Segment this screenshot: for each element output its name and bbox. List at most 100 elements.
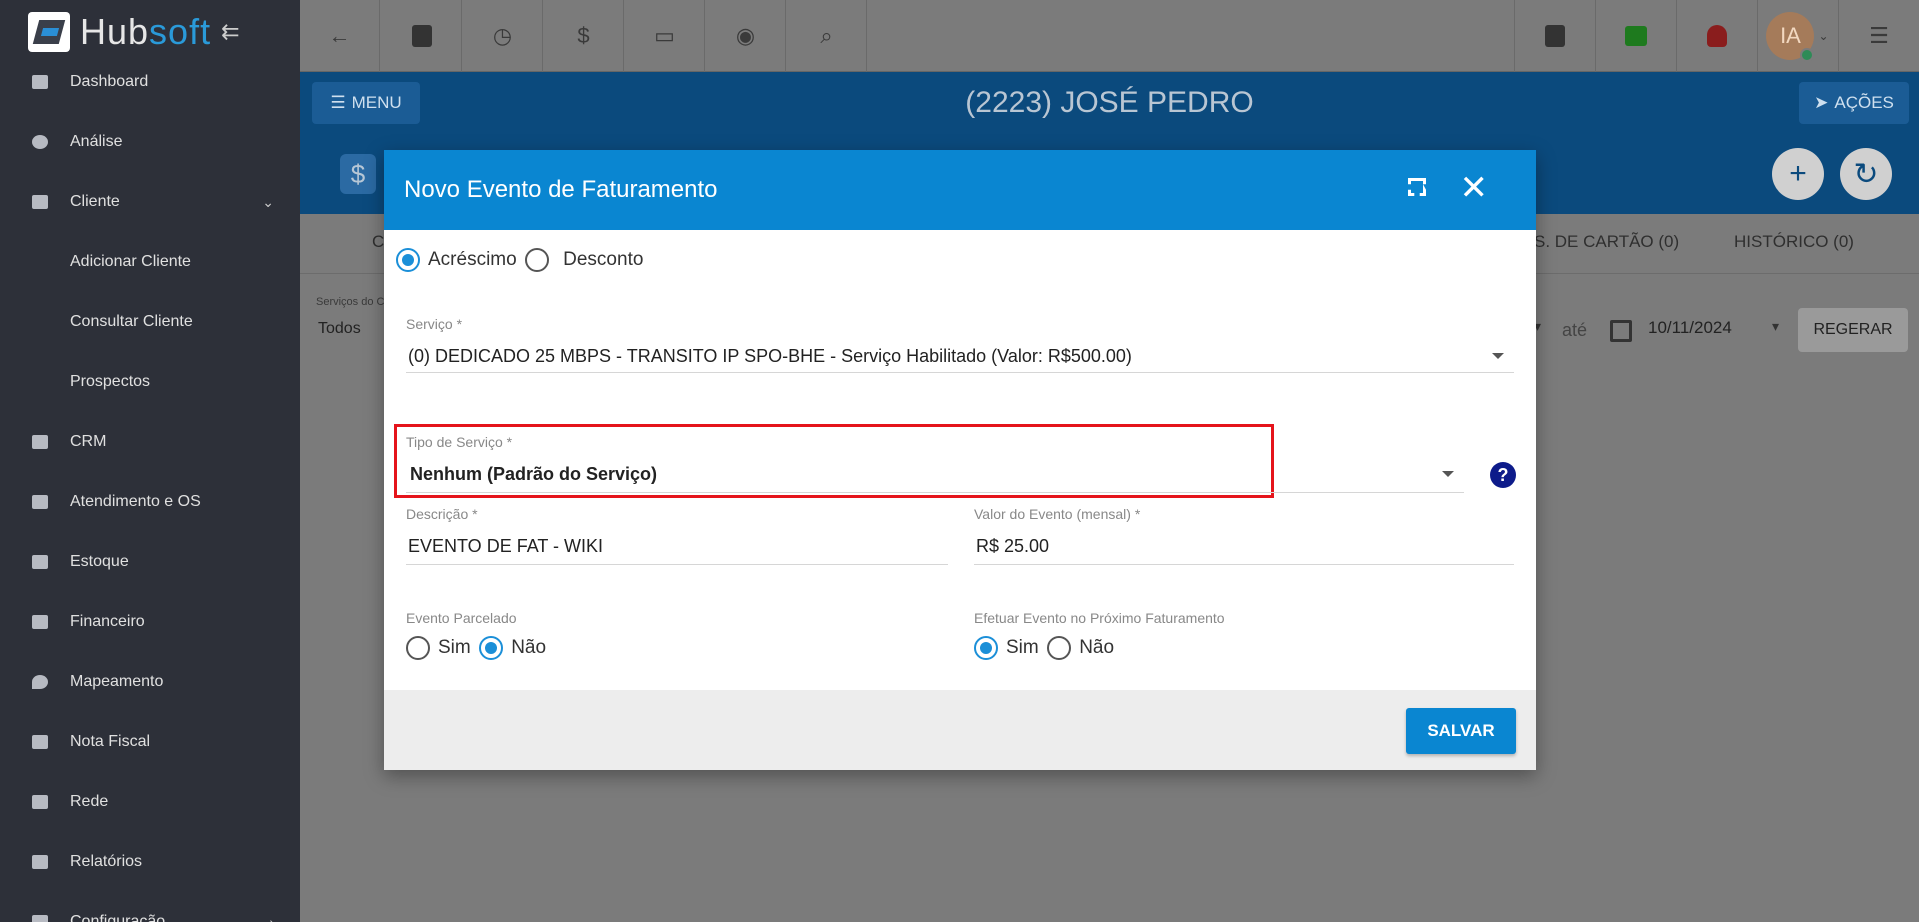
close-icon[interactable]: ✕ [1460, 168, 1489, 208]
logo-text: Hubsoft [80, 11, 212, 52]
alerts-button[interactable] [1676, 0, 1756, 72]
send-icon: ➤ [1814, 93, 1829, 112]
chevron-down-icon: ⌄ [1818, 29, 1829, 43]
dollar-icon: $ [577, 23, 590, 48]
regerar-button[interactable]: REGERAR [1798, 308, 1908, 352]
sidebar-item-prospectos[interactable]: Prospectos [0, 352, 300, 412]
receipt-icon [32, 735, 48, 749]
services-filter-label: Serviços do C [316, 296, 385, 308]
top-toolbar: ← ◷ $ ▭ ◉ ⌕ IA ⌄ ☰ [300, 0, 1919, 72]
parcelado-label: Evento Parcelado [406, 610, 517, 626]
sidebar-item-configuracao[interactable]: Configuração › [0, 892, 300, 922]
page-title: (2223) JOSÉ PEDRO [965, 86, 1254, 119]
sidebar-item-relatorios[interactable]: Relatórios [0, 832, 300, 892]
pie-chart-icon [32, 135, 48, 149]
sidebar-item-atendimento[interactable]: Atendimento e OS [0, 472, 300, 532]
calendar-clock-icon: ◷ [492, 23, 513, 48]
tab-historico[interactable]: HISTÓRICO (0) [1734, 232, 1854, 252]
acrescimo-radio[interactable] [396, 248, 420, 272]
sidebar-item-analise[interactable]: Análise [0, 112, 300, 172]
add-button[interactable]: + [1772, 148, 1824, 200]
plus-icon: + [1789, 157, 1807, 190]
parcelado-radio-group: Sim Não [406, 636, 550, 660]
pdf-button[interactable] [1514, 0, 1594, 72]
highlight-box [394, 424, 1274, 498]
proximo-faturamento-label: Efetuar Evento no Próximo Faturamento [974, 610, 1225, 626]
sidebar-item-mapeamento[interactable]: Mapeamento [0, 652, 300, 712]
desconto-radio[interactable] [525, 248, 550, 272]
proximo-nao-radio[interactable] [1047, 636, 1072, 660]
acoes-button[interactable]: ➤ AÇÕES [1799, 82, 1909, 124]
caret-down-icon[interactable]: ▾ [1772, 318, 1779, 335]
finance-button[interactable]: $ [544, 0, 624, 72]
list-menu-button[interactable]: ☰ [1838, 0, 1919, 72]
end-date-input[interactable]: 10/11/2024 [1648, 318, 1732, 338]
search-button[interactable]: ⌕ [787, 0, 867, 72]
new-billing-event-dialog: Novo Evento de Faturamento ✕ Acréscimo D… [384, 150, 1536, 770]
sidebar-item-crm[interactable]: CRM [0, 412, 300, 472]
pdf-icon [1544, 25, 1565, 47]
chat-check-icon [1624, 26, 1647, 46]
servico-label: Serviço * [406, 316, 463, 332]
caret-down-icon[interactable] [1442, 471, 1454, 477]
proximo-sim-radio[interactable] [974, 636, 998, 660]
help-icon[interactable]: ? [1490, 462, 1516, 488]
sidebar-item-nota-fiscal[interactable]: Nota Fiscal [0, 712, 300, 772]
user-menu[interactable]: IA ⌄ [1757, 0, 1837, 72]
client-header: ☰ MENU (2223) JOSÉ PEDRO ➤ AÇÕES [300, 72, 1919, 134]
sidebar: Hubsoft ⇇ Dashboard Análise Cliente ⌄ Adi… [0, 0, 300, 922]
descricao-label: Descrição * [406, 506, 478, 522]
terminal-icon: ▭ [654, 23, 675, 48]
back-button[interactable]: ← [300, 0, 380, 72]
view-button[interactable]: ◉ [706, 0, 786, 72]
servico-select[interactable]: (0) DEDICADO 25 MBPS - TRANSITO IP SPO-B… [408, 346, 1132, 367]
salvar-button[interactable]: SALVAR [1406, 708, 1516, 754]
fullscreen-icon[interactable] [1408, 178, 1426, 196]
tab-transacoes-cartao[interactable]: S. DE CARTÃO (0) [1534, 232, 1679, 252]
calendar-icon[interactable] [1610, 320, 1632, 342]
box-icon [32, 555, 48, 569]
collapse-menu-icon[interactable]: ⇇ [221, 19, 239, 45]
ate-label: até [1562, 320, 1588, 340]
dashboard-icon [32, 75, 48, 89]
dialog-footer: SALVAR [384, 690, 1536, 770]
tipo-servico-label: Tipo de Serviço * [406, 434, 513, 450]
dollar-icon: $ [340, 154, 376, 194]
sidebar-item-dashboard[interactable]: Dashboard [0, 52, 300, 112]
caret-down-icon[interactable] [1492, 353, 1504, 359]
bell-alert-icon [1706, 25, 1727, 47]
sidebar-item-adicionar-cliente[interactable]: Adicionar Cliente [0, 232, 300, 292]
parcelado-nao-radio[interactable] [479, 636, 504, 660]
sidebar-item-cliente[interactable]: Cliente ⌄ [0, 172, 300, 232]
search-icon: ⌕ [820, 23, 833, 48]
parcelado-sim-radio[interactable] [406, 636, 430, 660]
map-pin-icon [32, 675, 48, 689]
refresh-button[interactable]: ↻ [1840, 148, 1892, 200]
dialog-title: Novo Evento de Faturamento [404, 176, 718, 203]
valor-input[interactable]: R$ 25.00 [976, 536, 1049, 557]
dialog-header: Novo Evento de Faturamento ✕ [384, 150, 1536, 230]
terminal-button[interactable]: ▭ [625, 0, 705, 72]
contact-button[interactable] [382, 0, 462, 72]
descricao-input[interactable]: EVENTO DE FAT - WIKI [408, 536, 603, 557]
tab-first[interactable]: C [372, 232, 384, 252]
avatar: IA [1766, 12, 1815, 62]
sidebar-item-financeiro[interactable]: Financeiro [0, 592, 300, 652]
services-filter-select[interactable]: Todos [318, 320, 361, 338]
tasks-button[interactable] [1595, 0, 1675, 72]
calendar-clock-icon [32, 495, 48, 509]
tipo-servico-select[interactable]: Nenhum (Padrão do Serviço) [410, 464, 657, 485]
sidebar-item-rede[interactable]: Rede [0, 772, 300, 832]
schedule-button[interactable]: ◷ [463, 0, 543, 72]
chevron-down-icon: ⌄ [262, 193, 274, 210]
arrow-left-icon: ← [328, 23, 351, 48]
network-icon [32, 795, 48, 809]
valor-label: Valor do Evento (mensal) * [974, 506, 1141, 522]
sidebar-item-estoque[interactable]: Estoque [0, 532, 300, 592]
online-status-icon [1800, 48, 1815, 62]
contact-card-icon [411, 25, 432, 47]
board-icon [32, 435, 48, 449]
sidebar-item-consultar-cliente[interactable]: Consultar Cliente [0, 292, 300, 352]
contact-icon [32, 195, 48, 209]
document-icon [32, 855, 48, 869]
